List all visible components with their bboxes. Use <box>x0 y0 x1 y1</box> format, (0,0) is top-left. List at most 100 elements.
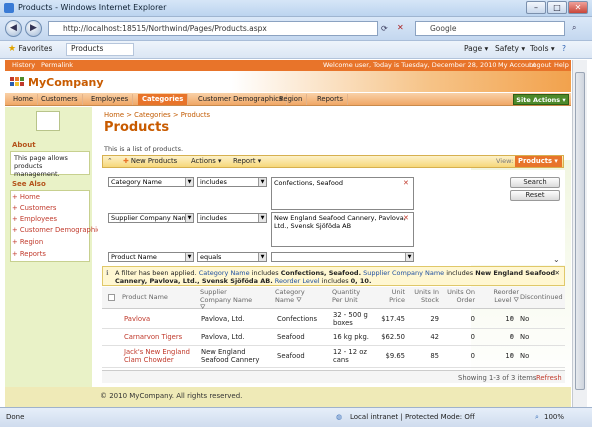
col-units-in-stock[interactable]: Units In Stock <box>414 288 439 304</box>
close-button[interactable]: ✕ <box>568 1 588 14</box>
cell-category: Confections <box>277 315 318 323</box>
clear-filter-2-icon[interactable]: ✕ <box>403 214 411 222</box>
vertical-scrollbar[interactable] <box>572 60 587 407</box>
menu-employees[interactable]: Employees <box>87 94 134 105</box>
filter-2-operator[interactable]: includes ▼ <box>197 213 267 223</box>
menu-categories[interactable]: Categories <box>138 94 189 105</box>
cell-product[interactable]: Pavlova <box>124 315 150 323</box>
site-actions-label: Site Actions <box>516 96 561 104</box>
page-menu[interactable]: Page ▾ <box>464 44 488 53</box>
row-menu-icon[interactable]: ▾ <box>510 314 513 322</box>
favorites-button[interactable]: ★ Favorites <box>8 44 52 54</box>
report-menu[interactable]: Report ▾ <box>233 157 261 165</box>
page-footer: © 2010 MyCompany. All rights reserved. <box>5 387 571 407</box>
grid-pager: Showing 1-3 of 3 items Refresh <box>102 370 565 383</box>
filter-1-field[interactable]: Category Name ▼ <box>108 177 194 187</box>
forward-button[interactable]: ▶ <box>25 20 42 37</box>
cell-stock: 85 <box>430 352 439 360</box>
col-quantity[interactable]: Quantity Per Unit <box>332 288 372 304</box>
sidebar-link-region[interactable]: + Region <box>12 238 43 246</box>
scrollbar-thumb[interactable] <box>575 72 585 390</box>
page-icon <box>36 111 60 131</box>
col-units-on-order[interactable]: Units On Order <box>447 288 475 304</box>
safety-menu[interactable]: Safety ▾ <box>495 44 525 53</box>
sidebar-link-customers[interactable]: + Customers <box>12 204 56 212</box>
actions-menu[interactable]: Actions ▾ <box>191 157 221 165</box>
filter-info-field-3[interactable]: Reorder Level <box>275 277 320 285</box>
col-unit-price[interactable]: Unit Price <box>385 288 405 304</box>
back-button[interactable]: ◀ <box>5 20 22 37</box>
new-products-button[interactable]: ✚ New Products <box>123 157 177 165</box>
menu-reports[interactable]: Reports <box>313 94 349 105</box>
row-menu-icon[interactable]: ▾ <box>510 351 513 359</box>
permalink-link[interactable]: Permalink <box>41 61 73 69</box>
filter-2-field[interactable]: Supplier Company Name ▼ <box>108 213 194 223</box>
breadcrumb[interactable]: Home > Categories > Products <box>104 111 210 119</box>
sidebar-link-customer-demographics[interactable]: + Customer Demographics <box>12 226 104 234</box>
help-icon[interactable]: ? <box>562 44 566 53</box>
refresh-link[interactable]: Refresh <box>536 374 562 382</box>
filter-info-field-2[interactable]: Supplier Company Name <box>363 269 444 277</box>
table-row[interactable]: Jack's New England Clam Chowder New Engl… <box>102 346 565 368</box>
sidebar-link-home[interactable]: + Home <box>12 193 40 201</box>
filter-info-field-1[interactable]: Category Name <box>199 269 250 277</box>
chevron-down-icon: ▼ <box>185 178 193 186</box>
zoom-level[interactable]: 100% <box>544 413 564 421</box>
collapse-icon[interactable]: ⌃ <box>107 157 113 165</box>
chevron-down-icon: ▼ <box>258 178 266 186</box>
filter-3-value[interactable]: ▼ <box>271 252 414 262</box>
cell-price: $9.65 <box>385 352 405 360</box>
refresh-icon[interactable]: ⟳ <box>381 24 388 33</box>
logout-link[interactable]: Logout <box>529 61 551 69</box>
col-reorder-level[interactable]: Reorder Level ⛛ <box>483 288 519 304</box>
minimize-button[interactable]: – <box>526 1 546 14</box>
maximize-button[interactable]: □ <box>547 1 567 14</box>
search-button[interactable]: Search <box>510 177 560 188</box>
tab-products[interactable]: Products <box>66 43 135 56</box>
cell-product[interactable]: Jack's New England Clam Chowder <box>124 348 196 364</box>
sidebar-link-label: Employees <box>19 215 58 223</box>
welcome-text: Welcome user, Today is Tuesday, December… <box>323 61 497 69</box>
site-actions-button[interactable]: Site Actions ▾ <box>513 94 569 105</box>
col-discontinued[interactable]: Discontinued <box>520 293 563 302</box>
menu-home[interactable]: Home <box>9 94 39 105</box>
sidebar-link-reports[interactable]: + Reports <box>12 250 46 258</box>
cell-product[interactable]: Carnarvon Tigers <box>124 333 182 341</box>
filter-1-value[interactable]: Confections, Seafood <box>271 177 414 210</box>
search-input[interactable]: Google <box>415 21 565 36</box>
menu-customers[interactable]: Customers <box>37 94 83 105</box>
page-menu-label: Page <box>464 44 483 53</box>
menu-customer-demographics[interactable]: Customer Demographics <box>194 94 288 105</box>
reset-button[interactable]: Reset <box>510 190 560 201</box>
filter-3-field[interactable]: Product Name ▼ <box>108 252 194 262</box>
view-selector[interactable]: Products ▾ <box>515 156 562 167</box>
help-link[interactable]: Help <box>554 61 569 69</box>
filter-2-value[interactable]: New England Seafood Cannery, Pavlova, Lt… <box>271 212 414 247</box>
search-icon[interactable]: ⌕ <box>572 23 576 33</box>
sidebar-link-employees[interactable]: + Employees <box>12 215 57 223</box>
table-row[interactable]: Pavlova Pavlova, Ltd. Confections 32 - 5… <box>102 309 565 329</box>
filter-3-operator[interactable]: equals ▼ <box>197 252 267 262</box>
col-category[interactable]: Category Name ⛛ <box>275 288 315 304</box>
tools-menu-label: Tools <box>530 44 549 53</box>
zoom-icon[interactable]: ⌕ <box>535 413 539 422</box>
address-input[interactable]: http://localhost:18515/Northwind/Pages/P… <box>48 21 378 36</box>
row-menu-icon[interactable]: ▾ <box>510 332 513 340</box>
select-all-checkbox[interactable] <box>108 294 115 301</box>
stop-icon[interactable]: ✕ <box>397 23 404 32</box>
close-filter-icon[interactable]: ✕ <box>555 269 560 277</box>
cell-supplier: New England Seafood Cannery <box>201 348 260 364</box>
expand-icon[interactable]: ⌄ <box>553 255 560 264</box>
company-logo-icon <box>10 77 24 86</box>
cell-discontinued: No <box>520 333 530 341</box>
tools-menu[interactable]: Tools ▾ <box>530 44 555 53</box>
history-link[interactable]: History <box>12 61 35 69</box>
favorites-bar: ★ Favorites Products Page ▾ Safety ▾ Too… <box>0 41 592 59</box>
clear-filter-1-icon[interactable]: ✕ <box>403 179 411 187</box>
table-row[interactable]: Carnarvon Tigers Pavlova, Ltd. Seafood 1… <box>102 329 565 346</box>
filter-1-operator[interactable]: includes ▼ <box>197 177 267 187</box>
chevron-down-icon: ▼ <box>258 214 266 222</box>
col-product-name[interactable]: Product Name <box>122 293 168 302</box>
menu-region[interactable]: Region <box>275 94 308 105</box>
main-menu: Home Customers Employees Categories Cust… <box>5 93 571 106</box>
